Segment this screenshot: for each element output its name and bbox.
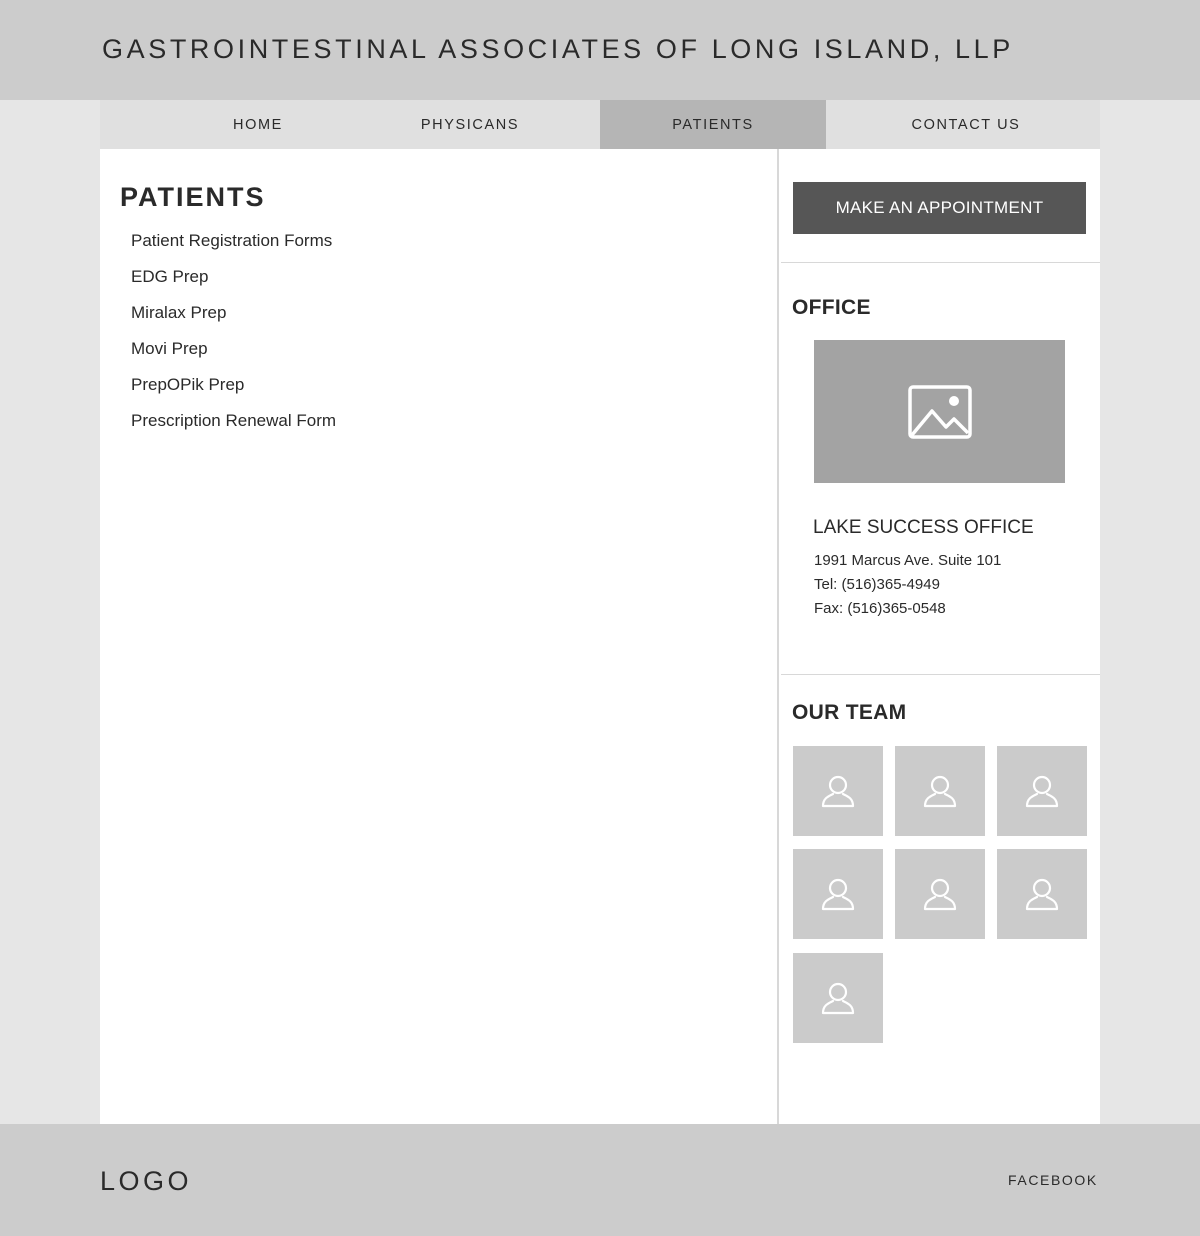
- facebook-link[interactable]: FACEBOOK: [1008, 1172, 1098, 1188]
- person-icon: [1025, 775, 1059, 808]
- main-nav: HOME PHYSICANS PATIENTS CONTACT US: [100, 100, 1100, 149]
- image-placeholder-icon: [907, 384, 972, 439]
- office-tel: Tel: (516)365-4949: [814, 576, 940, 593]
- patient-links-list: Patient Registration Forms EDG Prep Mira…: [131, 229, 336, 445]
- office-name: LAKE SUCCESS OFFICE: [813, 517, 1034, 538]
- sidebar-divider: [781, 674, 1100, 675]
- office-fax: Fax: (516)365-0548: [814, 600, 946, 617]
- site-header: GASTROINTESTINAL ASSOCIATES OF LONG ISLA…: [0, 0, 1200, 100]
- nav-contact-us[interactable]: CONTACT US: [886, 100, 1046, 149]
- main-column: PATIENTS Patient Registration Forms EDG …: [100, 149, 779, 1124]
- nav-physicians[interactable]: PHYSICANS: [400, 100, 540, 149]
- team-member-tile[interactable]: [895, 849, 985, 939]
- team-member-tile[interactable]: [895, 746, 985, 836]
- person-icon: [821, 775, 855, 808]
- site-title: GASTROINTESTINAL ASSOCIATES OF LONG ISLA…: [102, 34, 1014, 64]
- page-title: PATIENTS: [120, 182, 266, 212]
- link-prepopik-prep[interactable]: PrepOPik Prep: [131, 373, 336, 409]
- sidebar-divider: [781, 262, 1100, 263]
- person-icon: [1025, 878, 1059, 911]
- person-icon: [923, 775, 957, 808]
- nav-patients[interactable]: PATIENTS: [600, 100, 826, 149]
- team-member-tile[interactable]: [997, 746, 1087, 836]
- office-heading: OFFICE: [792, 296, 871, 319]
- office-image: [814, 340, 1065, 483]
- sidebar: MAKE AN APPOINTMENT OFFICE LAKE SUCCESS …: [781, 149, 1100, 1124]
- link-movi-prep[interactable]: Movi Prep: [131, 337, 336, 373]
- person-icon: [821, 982, 855, 1015]
- person-icon: [821, 878, 855, 911]
- office-address: 1991 Marcus Ave. Suite 101: [814, 552, 1002, 569]
- site-footer: LOGO FACEBOOK: [0, 1124, 1200, 1236]
- team-member-tile[interactable]: [793, 746, 883, 836]
- team-heading: OUR TEAM: [792, 701, 907, 724]
- nav-home[interactable]: HOME: [188, 100, 328, 149]
- team-member-tile[interactable]: [997, 849, 1087, 939]
- link-patient-registration-forms[interactable]: Patient Registration Forms: [131, 229, 336, 265]
- link-miralax-prep[interactable]: Miralax Prep: [131, 301, 336, 337]
- person-icon: [923, 878, 957, 911]
- team-member-tile[interactable]: [793, 953, 883, 1043]
- link-prescription-renewal-form[interactable]: Prescription Renewal Form: [131, 409, 336, 445]
- team-member-tile[interactable]: [793, 849, 883, 939]
- footer-logo[interactable]: LOGO: [100, 1166, 192, 1197]
- make-appointment-button[interactable]: MAKE AN APPOINTMENT: [793, 182, 1086, 234]
- link-edg-prep[interactable]: EDG Prep: [131, 265, 336, 301]
- content-area: PATIENTS Patient Registration Forms EDG …: [100, 149, 1100, 1124]
